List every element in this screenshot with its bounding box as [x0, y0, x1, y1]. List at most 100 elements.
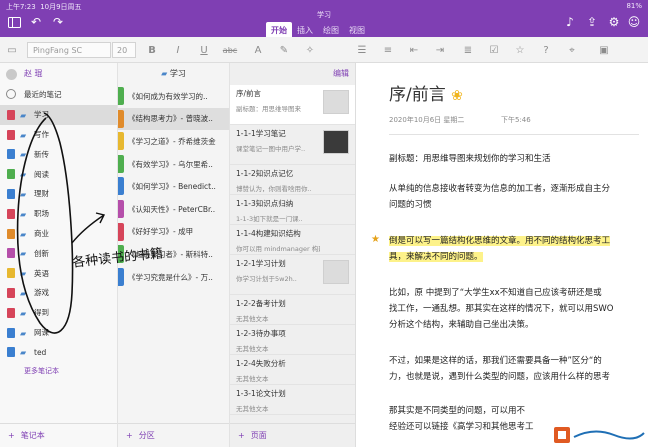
notebook-item[interactable]: ▰ ted — [0, 342, 117, 362]
notebook-item[interactable]: ▰ 职场 — [0, 204, 117, 224]
user-name: 赵 琨 — [24, 69, 43, 78]
plus-icon: + — [238, 431, 245, 440]
folder-icon: ▰ — [20, 308, 27, 318]
paragraph-5-line-1[interactable]: 那其实是不同类型的问题，可以用不 — [389, 403, 647, 419]
tab-view[interactable]: 视图 — [344, 22, 370, 37]
paragraph-subtitle[interactable]: 副标题：用思维导图来规划你的学习和生活 — [389, 151, 647, 167]
person-add-icon[interactable]: ☺ — [626, 14, 642, 30]
page-item[interactable]: 1-2-1学习计划 你学习计划于5w2h.. — [230, 255, 355, 295]
notebook-item[interactable]: ▰ 新传 — [0, 144, 117, 164]
notebook-item[interactable]: ▰ 网课 — [0, 323, 117, 343]
paragraph-1-line-2[interactable]: 问题的习惯 — [389, 197, 647, 213]
tab-draw[interactable]: 绘图 — [318, 22, 344, 37]
strikethrough-button[interactable]: abc — [222, 42, 238, 58]
paragraph-3-line-2[interactable]: 找工作，一通乱想。那其实在这样的情况下，就可以用SWO — [389, 301, 647, 317]
page-item-preview: 博赞认为，你则看啥用你.. — [236, 185, 312, 193]
notebook-label: 理财 — [34, 189, 49, 199]
user-header[interactable]: 赵 琨 — [0, 63, 117, 85]
underline-button[interactable]: U — [196, 42, 212, 58]
section-item[interactable]: 《结构思考力》- 曾晓波.. — [118, 107, 229, 131]
plus-icon: + — [8, 431, 15, 440]
numbered-list-icon[interactable]: ≡ — [380, 42, 396, 58]
recent-notes[interactable]: 最近的笔记 — [0, 85, 117, 105]
notebook-item[interactable]: ▰ 学习 — [0, 104, 117, 125]
page-item[interactable]: 1-3-1论文计划 无其他文本 — [230, 385, 355, 415]
notebook-item[interactable]: ▰ 商业 — [0, 224, 117, 244]
section-item[interactable]: 《如何成为有效学习的.. — [118, 85, 229, 108]
add-section-button[interactable]: + 分区 — [118, 423, 229, 447]
page-format-icon[interactable]: ▣ — [596, 42, 612, 58]
align-icon[interactable]: ≣ — [460, 42, 476, 58]
notebook-label: 商业 — [34, 228, 49, 238]
notebook-color-swatch — [7, 248, 15, 259]
section-item[interactable]: 《认知天性》- PeterCBr.. — [118, 198, 229, 221]
indent-icon[interactable]: ⇥ — [432, 42, 448, 58]
bell-icon[interactable]: ♪ — [562, 14, 578, 30]
italic-button[interactable]: I — [170, 42, 186, 58]
paragraph-3-line-1[interactable]: 比如，原 中提到了“大学生xx不知道自己应该考研还是或 — [389, 285, 647, 301]
paragraph-3-line-3[interactable]: 分析这个结构，来辅助自己坐出决策。 — [389, 317, 647, 333]
section-item[interactable]: 《好好学习》- 成甲 — [118, 221, 229, 244]
paragraph-4-line-1[interactable]: 不过，如果是这样的话，那我们还需要具备一种”区分“的 — [389, 353, 647, 369]
notebook-color-swatch — [7, 327, 15, 338]
page-item[interactable]: 序/前言 副标题：用思维导图来 — [230, 85, 355, 125]
tab-home[interactable]: 开始 — [266, 22, 292, 37]
page-item[interactable]: 1-2-2备考计划 无其他文本 — [230, 295, 355, 325]
title-divider — [389, 134, 639, 135]
top-bar: 上午7:23 10月9日周五 81% ↶ ↷ 学习 开始 插入 绘图 视图 ♪ … — [0, 0, 648, 37]
paragraph-4-line-2[interactable]: 力，也就是说，遇到什么类型的问题，应该用什么样的思考 — [389, 369, 647, 385]
font-color-icon[interactable]: A — [250, 42, 266, 58]
outdent-icon[interactable]: ⇤ — [406, 42, 422, 58]
add-section-label: 分区 — [138, 431, 155, 440]
more-notebooks-link[interactable]: 更多笔记本 — [0, 366, 117, 376]
section-color-tab — [118, 177, 124, 196]
section-item[interactable]: 《有效学习》- 乌尔里希.. — [118, 153, 229, 176]
notebook-item[interactable]: ▰ 写作 — [0, 125, 117, 145]
section-item[interactable]: 《如何学习》- Benedict.. — [118, 175, 229, 198]
notebook-item[interactable]: ▰ 阅读 — [0, 164, 117, 184]
bullet-list-icon[interactable]: ☰ — [354, 42, 370, 58]
star-icon[interactable]: ☆ — [512, 42, 528, 58]
page-item[interactable]: 1-2-4失败分析 无其他文本 — [230, 355, 355, 385]
tab-insert[interactable]: 插入 — [292, 22, 318, 37]
clear-format-icon[interactable]: ✧ — [302, 42, 318, 58]
page-item[interactable]: 1-1-3知识点归纳 1-1-3如下就是一门课.. — [230, 195, 355, 225]
paste-icon[interactable]: ▭ — [4, 42, 20, 58]
page-item-preview: 无其他文本 — [236, 315, 269, 323]
page-item[interactable]: 1-2-3待办事项 无其他文本 — [230, 325, 355, 355]
page-item[interactable]: 1-1-4构建知识结构你可以用 mindmanager 构建自己的.. — [230, 225, 355, 255]
section-item[interactable]: 《学习之道》- 乔希维茨金 — [118, 130, 229, 153]
section-color-tab — [118, 199, 124, 218]
edit-button[interactable]: 编辑 — [333, 63, 355, 85]
page-date: 2020年10月6日 星期二 — [389, 116, 465, 124]
paragraph-2-line-2[interactable]: 具，来解决不同的问题。 — [389, 249, 647, 265]
notebook-item[interactable]: ▰ 得到 — [0, 303, 117, 323]
page-list: 编辑 序/前言 副标题：用思维导图来 1-1-1学习笔记 课堂笔记一图中用户学.. 1-… — [230, 63, 356, 447]
page-title[interactable]: 序/前言 ❀ — [389, 80, 463, 105]
paragraph-1-line-1[interactable]: 从单纯的信息接收者转变为信息的加工者，逐渐形成自主分 — [389, 181, 647, 197]
section-color-tab — [118, 132, 124, 151]
highlight-text-2: 具，来解决不同的问题。 — [389, 252, 483, 262]
section-label: 《有效学习》- 乌尔里希.. — [128, 159, 213, 169]
notebook-item[interactable]: ▰ 理财 — [0, 184, 117, 204]
add-page-button[interactable]: + 页面 — [230, 423, 355, 447]
font-name-field[interactable]: PingFang SC — [27, 42, 111, 58]
page-content[interactable]: 序/前言 ❀ 2020年10月6日 星期二 下午5:46 副标题：用思维导图来规… — [356, 63, 648, 447]
page-item[interactable]: 1-1-1学习笔记 课堂笔记一图中用户学.. — [230, 125, 355, 165]
notebook-label: 新传 — [34, 149, 49, 159]
font-size-field[interactable]: 20 — [112, 42, 136, 58]
paragraph-2-line-1[interactable]: 倒是可以写一篇结构化思维的文章。用不同的结构化思考工 — [389, 233, 647, 249]
notebook-item[interactable]: ▰ 游戏 — [0, 283, 117, 303]
section-item[interactable]: 《学习究竟是什么》- 万.. — [118, 266, 229, 289]
highlighter-icon[interactable]: ✎ — [276, 42, 292, 58]
bold-button[interactable]: B — [144, 42, 160, 58]
add-notebook-button[interactable]: + 笔记本 — [0, 423, 117, 447]
gear-icon[interactable]: ⚙ — [606, 14, 622, 30]
checkbox-icon[interactable]: ☑ — [486, 42, 502, 58]
tag-icon[interactable]: ⌖ — [564, 42, 580, 58]
page-item[interactable]: 1-1-2知识点记忆 博赞认为，你则看啥用你.. — [230, 165, 355, 195]
folder-icon: ▰ — [20, 348, 27, 358]
share-icon[interactable]: ⇪ — [584, 14, 600, 30]
folder-icon: ▰ — [20, 249, 27, 259]
question-icon[interactable]: ? — [538, 42, 554, 58]
